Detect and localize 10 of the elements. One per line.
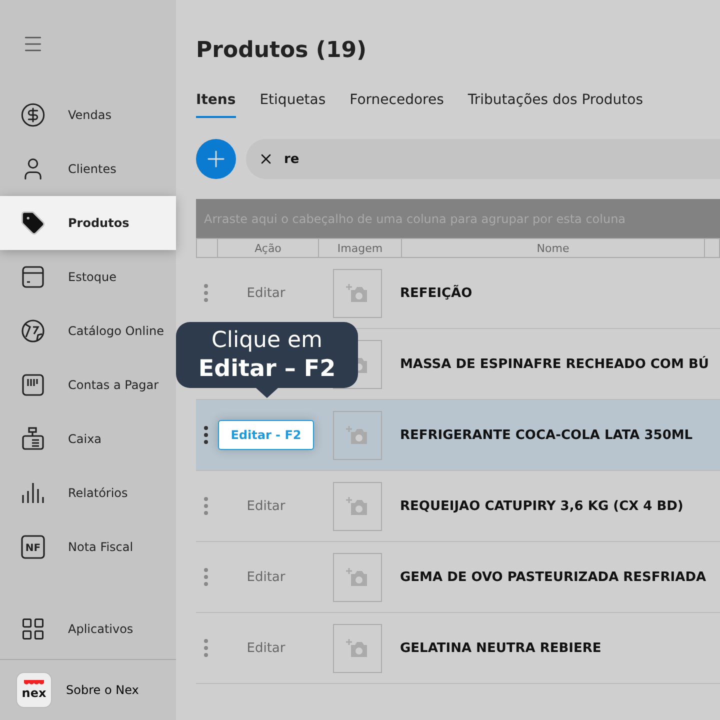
page-title: Produtos (19) <box>196 38 368 65</box>
document-icon: NF <box>20 534 46 560</box>
product-name: MASSA DE ESPINAFRE RECHEADO COM BÚ <box>399 356 709 372</box>
product-name: REFEIÇÃO <box>399 286 472 300</box>
product-name: GELATINA NEUTRA REBIERE <box>399 640 602 656</box>
product-name: REQUEIJAO CATUPIRY 3,6 KG (CX 4 BD) <box>399 498 684 514</box>
tooltip: Clique em Editar – F2 <box>176 322 358 388</box>
app-logo: nex <box>16 672 52 708</box>
product-name: REFRIGERANTE COCA-COLA LATA 350ML <box>399 428 693 442</box>
product-name: GEMA DE OVO PASTEURIZADA RESFRIADA <box>399 570 706 584</box>
